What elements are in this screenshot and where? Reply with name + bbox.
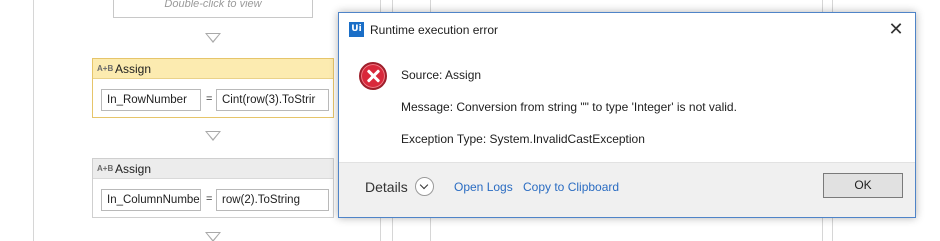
- flow-arrow-icon: [205, 33, 221, 43]
- canvas-border-line: [33, 0, 34, 241]
- dialog-footer: Details Open Logs Copy to Clipboard OK: [339, 162, 915, 217]
- open-logs-link[interactable]: Open Logs: [454, 180, 513, 194]
- activity-title: Assign: [115, 61, 152, 76]
- uipath-logo-icon: Ui: [349, 22, 364, 37]
- activity-title: Assign: [115, 161, 152, 176]
- error-source: Source: Assign: [401, 68, 482, 82]
- error-message: Message: Conversion from string "" to ty…: [401, 100, 737, 114]
- flow-arrow-icon: [205, 232, 221, 241]
- activity-header: A+B Assign: [93, 159, 333, 179]
- assign-icon: A+B: [97, 164, 114, 173]
- equals-sign: =: [206, 193, 213, 205]
- assign-activity-row-number[interactable]: A+B Assign In_RowNumber = Cint(row(3).To…: [92, 58, 334, 118]
- flow-arrow-icon: [205, 131, 221, 141]
- collapsed-sequence[interactable]: Double-click to view: [113, 0, 313, 18]
- assign-icon: A+B: [97, 64, 114, 73]
- assign-value-field[interactable]: Cint(row(3).ToStrir: [216, 89, 329, 111]
- exception-type: Exception Type: System.InvalidCastExcept…: [401, 132, 645, 146]
- assign-value-field[interactable]: row(2).ToString: [216, 189, 329, 211]
- activity-header: A+B Assign: [93, 59, 333, 79]
- dialog-title: Runtime execution error: [370, 23, 499, 37]
- dialog-titlebar: Ui Runtime execution error ✕: [339, 13, 915, 47]
- assign-activity-column-number[interactable]: A+B Assign In_ColumnNumbe = row(2).ToStr…: [92, 158, 334, 218]
- equals-sign: =: [206, 93, 213, 105]
- close-icon[interactable]: ✕: [885, 19, 907, 41]
- runtime-error-dialog: Ui Runtime execution error ✕ Source: Ass…: [338, 12, 916, 218]
- sequence-hint: Double-click to view: [164, 0, 262, 10]
- assign-to-field[interactable]: In_ColumnNumbe: [101, 189, 201, 211]
- error-icon: [359, 62, 387, 90]
- assign-to-field[interactable]: In_RowNumber: [101, 89, 201, 111]
- ok-button[interactable]: OK: [823, 173, 903, 198]
- details-label: Details: [365, 179, 408, 195]
- copy-to-clipboard-link[interactable]: Copy to Clipboard: [523, 180, 619, 194]
- chevron-down-icon[interactable]: [415, 177, 434, 196]
